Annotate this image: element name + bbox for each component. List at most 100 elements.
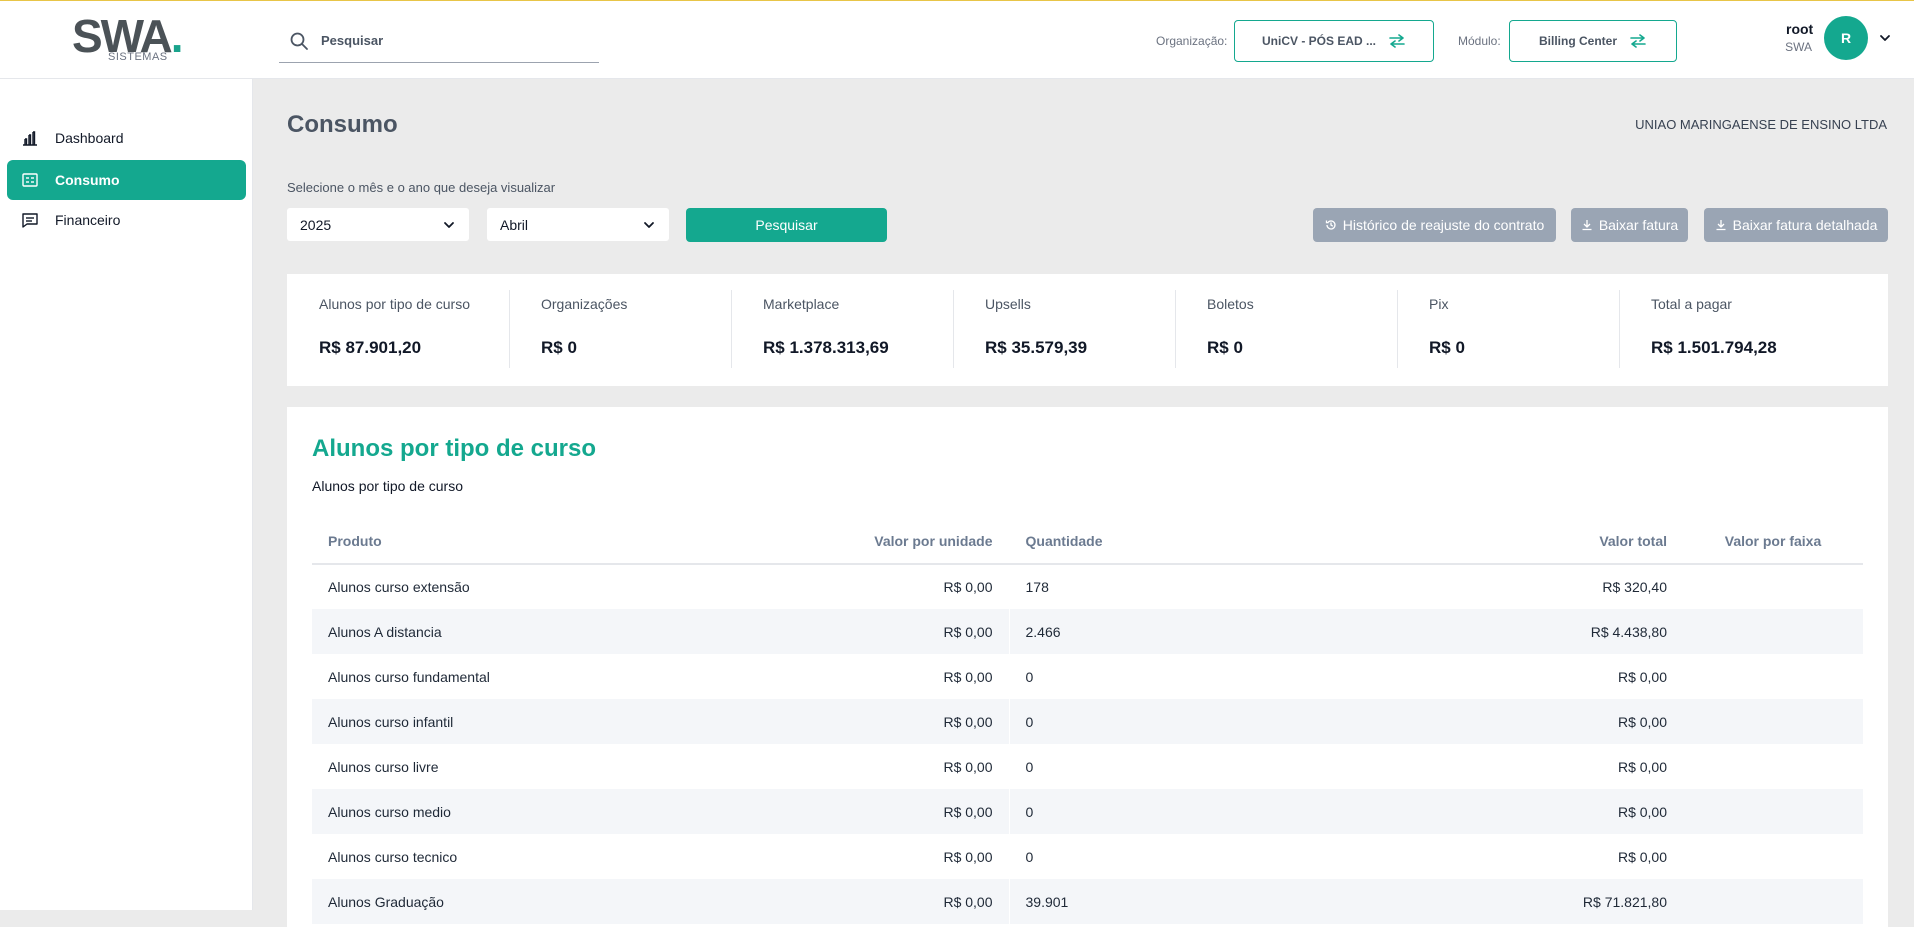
receipt-icon [22,173,38,187]
table-title: Alunos por tipo de curso [312,435,597,462]
cell-valor-total: R$ 71.821,80 [1421,879,1683,924]
cell-valor-total: R$ 0,00 [1421,699,1683,744]
summary-label: Marketplace [763,296,840,312]
summary-marketplace: Marketplace R$ 1.378.313,69 [731,274,953,386]
cell-valor-unidade: R$ 0,00 [843,789,1010,834]
cell-quantidade: 0 [1025,848,1034,865]
cell-valor-total: R$ 0,00 [1421,789,1683,834]
year-select[interactable]: 2025 [287,208,469,241]
bar-chart-icon [23,131,37,146]
logo-subtitle: SISTEMAS [108,51,168,63]
swap-icon [1630,34,1646,48]
course-table-card: Alunos por tipo de curso Alunos por tipo… [287,407,1888,927]
cell-valor-faixa [1683,564,1863,609]
cell-quantidade: 0 [1025,668,1034,685]
cell-valor-unidade: R$ 0,00 [843,609,1010,654]
summary-label: Upsells [985,296,1031,312]
cell-valor-faixa [1683,699,1863,744]
summary-pix: Pix R$ 0 [1397,274,1619,386]
cell-valor-faixa [1683,789,1863,834]
cell-produto: Alunos curso extensão [328,579,470,595]
summary-upsells: Upsells R$ 35.579,39 [953,274,1175,386]
download-invoice-label: Baixar fatura [1598,217,1679,233]
table-row: Alunos Graduação R$ 0,00 39.901 R$ 71.82… [312,879,1863,924]
organization-selector[interactable]: UniCV - PÓS EAD ... [1234,20,1434,62]
table-header-row: Produto Valor por unidade Quantidade Val… [312,519,1863,565]
cell-valor-unidade: R$ 0,00 [843,744,1010,789]
cell-quantidade: 0 [1009,789,1421,834]
cell-produto: Alunos curso livre [328,758,439,775]
user-name: root [1786,21,1814,37]
table-row: Alunos A distancia R$ 0,00 2.466 R$ 4.43… [312,609,1863,654]
summary-organizacoes: Organizações R$ 0 [509,274,731,386]
summary-label: Boletos [1207,296,1254,312]
module-value: Billing Center [1538,34,1617,48]
cell-valor-faixa [1683,744,1863,789]
summary-total: Total a pagar R$ 1.501.794,28 [1619,274,1841,386]
column-header-quantidade[interactable]: Quantidade [1009,519,1421,565]
summary-label: Organizações [541,296,628,312]
table-row: Alunos curso medio R$ 0,00 0 R$ 0,00 [312,789,1863,834]
module-selector[interactable]: Billing Center [1509,20,1677,62]
download-invoice-button[interactable]: Baixar fatura [1571,208,1688,242]
month-select[interactable]: Abril [487,208,669,241]
summary-value: R$ 87.901,20 [319,338,422,357]
cell-produto: Alunos Graduação [312,879,843,924]
user-organization: SWA [1785,40,1812,54]
column-header-valor-unidade[interactable]: Valor por unidade [843,519,1010,565]
cell-valor-total: R$ 0,00 [1617,758,1667,775]
logo[interactable]: SWA. SISTEMAS [70,11,190,66]
organization-label: Organização: [1156,34,1228,48]
cell-valor-unidade: R$ 0,00 [843,654,1010,699]
summary-label: Alunos por tipo de curso [319,296,470,312]
contract-history-button[interactable]: Histórico de reajuste do contrato [1313,208,1556,242]
table-row: Alunos curso extensão R$ 0,00 178 R$ 320… [312,564,1863,609]
download-detailed-invoice-button[interactable]: Baixar fatura detalhada [1704,208,1888,242]
summary-value: R$ 1.378.313,69 [763,338,889,357]
cell-valor-unidade: R$ 0,00 [843,879,1010,924]
swap-icon [1389,34,1405,48]
month-value: Abril [500,216,529,233]
sidebar-item-financeiro[interactable]: Financeiro [7,200,246,240]
module-label: Módulo: [1458,34,1501,48]
cell-valor-total: R$ 320,40 [1602,579,1667,595]
course-table: Produto Valor por unidade Quantidade Val… [312,519,1863,924]
summary-label: Pix [1429,296,1449,312]
cell-valor-total: R$ 0,00 [1617,668,1667,685]
avatar[interactable]: R [1824,16,1868,60]
contract-history-label: Histórico de reajuste do contrato [1342,217,1545,233]
cell-valor-faixa [1683,654,1863,699]
download-detailed-invoice-label: Baixar fatura detalhada [1732,217,1878,233]
summary-boletos: Boletos R$ 0 [1175,274,1397,386]
sidebar-item-consumo[interactable]: Consumo [7,160,246,200]
summary-value: R$ 1.501.794,28 [1651,338,1777,357]
company-name: UNIAO MARINGAENSE DE ENSINO LTDA [1635,117,1887,132]
table-row: Alunos curso infantil R$ 0,00 0 R$ 0,00 [312,699,1863,744]
summary-card: Alunos por tipo de curso R$ 87.901,20 Or… [287,274,1888,386]
chevron-down-icon[interactable] [1878,31,1892,45]
cell-quantidade: 2.466 [1009,609,1421,654]
table-row: Alunos curso tecnico R$ 0,00 0 R$ 0,00 [312,834,1863,879]
sidebar-item-dashboard[interactable]: Dashboard [7,118,246,158]
period-select-label: Selecione o mês e o ano que deseja visua… [287,180,556,195]
cell-quantidade: 0 [1009,699,1421,744]
cell-valor-faixa [1683,834,1863,879]
search-icon [290,32,308,50]
cell-quantidade: 0 [1025,758,1034,775]
column-header-produto[interactable]: Produto [312,519,843,565]
search-input[interactable] [321,33,571,48]
search-button[interactable]: Pesquisar [686,208,887,242]
message-icon [22,213,38,228]
cell-valor-unidade: R$ 0,00 [843,699,1010,744]
search-bar[interactable] [279,19,599,63]
column-header-valor-faixa[interactable]: Valor por faixa [1683,519,1863,565]
column-header-valor-total[interactable]: Valor total [1421,519,1683,565]
summary-value: R$ 0 [541,338,577,357]
summary-value: R$ 35.579,39 [985,338,1088,357]
cell-valor-total: R$ 0,00 [1617,848,1667,865]
summary-alunos: Alunos por tipo de curso R$ 87.901,20 [287,274,509,386]
table-row: Alunos curso livre R$ 0,00 0 R$ 0,00 [312,744,1863,789]
table-subtitle: Alunos por tipo de curso [312,478,463,494]
table-row: Alunos curso fundamental R$ 0,00 0 R$ 0,… [312,654,1863,699]
sidebar-item-label: Consumo [55,172,120,188]
